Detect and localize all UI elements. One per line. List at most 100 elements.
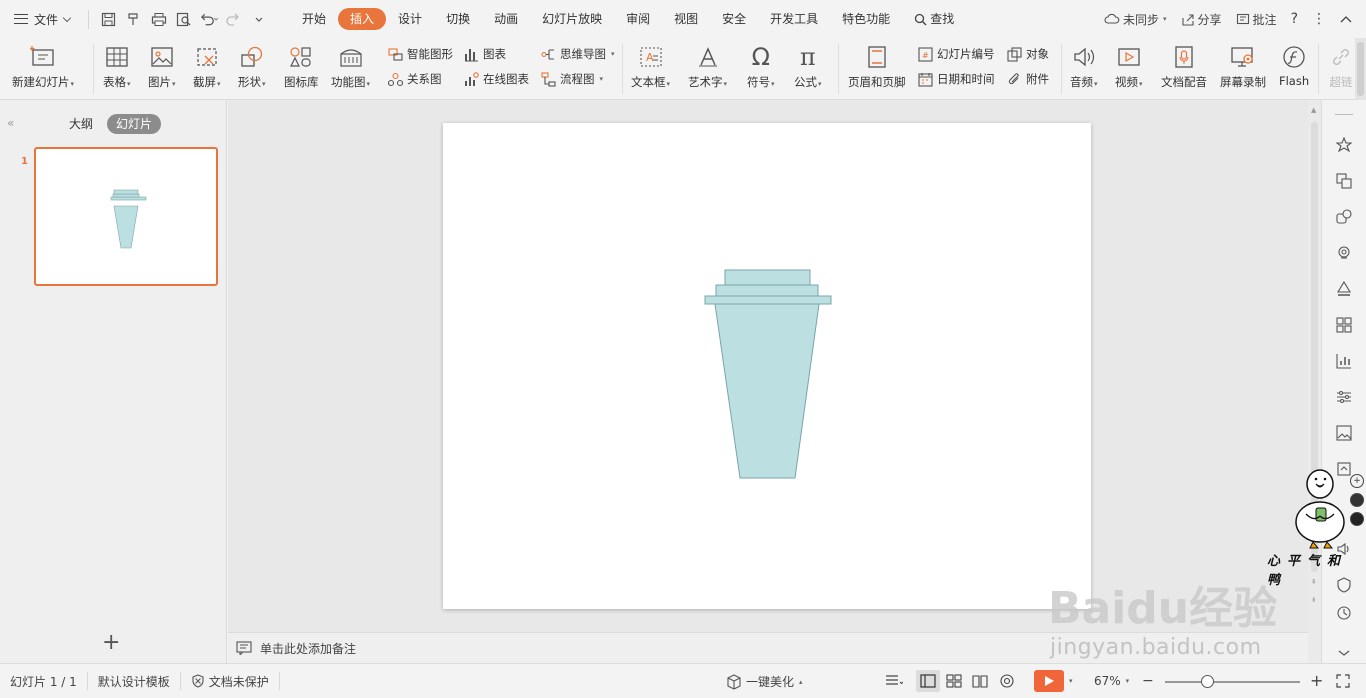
flash-button[interactable]: Flash <box>1279 44 1309 88</box>
slide-sorter-view-button[interactable] <box>946 674 962 688</box>
scroll-up-icon[interactable]: ▲ <box>1311 106 1316 114</box>
tab-developer[interactable]: 开发工具 <box>758 8 830 30</box>
tab-home[interactable]: 开始 <box>290 8 338 30</box>
settings-sliders-icon[interactable] <box>1335 388 1353 406</box>
tab-special-features[interactable]: 特色功能 <box>830 8 902 30</box>
slide-canvas[interactable] <box>443 123 1091 609</box>
more-options-icon[interactable]: ⋮ <box>1312 11 1326 27</box>
document-dubbing-button[interactable]: 文档配音 <box>1161 44 1207 90</box>
picture-button[interactable]: 图片▾ <box>148 44 176 90</box>
ribbon-separator <box>1318 44 1319 94</box>
presenter-view-button[interactable] <box>998 673 1016 689</box>
tab-insert[interactable]: 插入 <box>338 8 387 30</box>
expand-pane-icon[interactable] <box>1335 644 1353 662</box>
tab-review[interactable]: 审阅 <box>614 8 662 30</box>
tab-outline[interactable]: 大纲 <box>60 114 102 134</box>
mindmap-button[interactable]: 思维导图 ▾ <box>541 46 615 62</box>
one-click-beautify-button[interactable]: 一键美化 ▴ <box>726 673 803 690</box>
header-footer-button[interactable]: 页眉和页脚 <box>848 44 906 90</box>
notes-toggle-button[interactable] <box>885 674 903 688</box>
screen-record-button[interactable]: 屏幕录制 <box>1220 44 1266 90</box>
function-chart-button[interactable]: 功能图▾ <box>331 44 370 90</box>
document-protection-label: 文档未保护 <box>208 674 269 689</box>
tab-view[interactable]: 视图 <box>662 8 710 30</box>
online-chart-button[interactable]: 在线图表 <box>464 71 529 87</box>
object-button[interactable]: 对象 <box>1007 46 1049 62</box>
smart-art-button[interactable]: 智能图形 <box>388 46 453 62</box>
undo-icon[interactable] <box>199 10 219 29</box>
tab-slideshow[interactable]: 幻灯片放映 <box>530 8 614 30</box>
new-slide-button[interactable]: 新建幻灯片▾ <box>12 44 74 90</box>
location-pin-icon[interactable] <box>1335 244 1353 262</box>
grid-icon[interactable] <box>1335 316 1353 334</box>
audio-button[interactable]: 音频▾ <box>1070 44 1098 90</box>
collapse-ribbon-icon[interactable] <box>1340 15 1352 23</box>
symbol-button[interactable]: Ω 符号▾ <box>747 43 775 90</box>
zoom-slider-track[interactable] <box>1165 681 1300 683</box>
paperclip-icon <box>1007 72 1022 87</box>
tab-security[interactable]: 安全 <box>710 8 758 30</box>
attachment-button[interactable]: 附件 <box>1007 71 1049 87</box>
customize-toolbar-icon[interactable] <box>249 10 268 29</box>
slide-switch-icon[interactable] <box>1335 172 1353 190</box>
hyperlink-button[interactable]: 超链 <box>1329 44 1353 90</box>
save-icon[interactable] <box>99 10 118 29</box>
unprotected-shield-icon <box>192 674 204 688</box>
relation-chart-button[interactable]: 关系图 <box>388 71 442 87</box>
chart-analysis-icon[interactable] <box>1335 352 1353 370</box>
tab-slides[interactable]: 幻灯片 <box>107 114 162 134</box>
textbox-button[interactable]: A 文本框▾ <box>631 44 670 90</box>
table-button[interactable]: 表格▾ <box>103 44 131 90</box>
ribbon-scroll[interactable] <box>1355 38 1366 100</box>
zoom-slider-knob[interactable] <box>1201 675 1214 688</box>
cup-rim-shape <box>704 295 832 305</box>
play-slideshow-button[interactable]: ▾ <box>1034 670 1073 692</box>
search-button[interactable]: 查找 <box>902 8 966 30</box>
tab-animation[interactable]: 动画 <box>482 8 530 30</box>
shape-effects-icon[interactable] <box>1335 208 1353 226</box>
fit-window-button[interactable] <box>1336 674 1350 688</box>
contrast-mini-icon[interactable] <box>1350 493 1364 507</box>
print-preview-icon[interactable] <box>174 10 193 29</box>
dropdown-arrow-icon: ▾ <box>1069 677 1073 685</box>
sync-status-label: 未同步 <box>1123 12 1160 27</box>
flowchart-button[interactable]: 流程图 ▾ <box>541 71 603 87</box>
share-button[interactable]: 分享 <box>1181 11 1222 28</box>
normal-view-button[interactable] <box>916 670 940 692</box>
next-slide-icon[interactable]: ⇟ <box>1311 596 1317 604</box>
slide-number-button[interactable]: # 幻灯片编号 <box>918 46 995 62</box>
reading-view-button[interactable] <box>972 674 988 688</box>
download-mini-icon[interactable] <box>1350 512 1364 526</box>
comment-button[interactable]: 批注 <box>1236 11 1277 28</box>
document-protection-status[interactable]: 文档未保护 <box>181 672 280 690</box>
tab-transition[interactable]: 切换 <box>434 8 482 30</box>
format-painter-icon[interactable] <box>124 10 143 29</box>
collapse-panel-icon[interactable]: « <box>7 116 15 130</box>
shape-button[interactable]: 形状▾ <box>238 44 266 90</box>
tab-design[interactable]: 设计 <box>386 8 434 30</box>
formula-button[interactable]: π 公式▾ <box>794 43 822 90</box>
file-menu[interactable]: 文件 <box>14 11 72 28</box>
help-button[interactable]: ? <box>1291 11 1298 27</box>
slide-thumbnail[interactable] <box>34 147 218 286</box>
zoom-in-mini-icon[interactable]: + <box>1350 474 1364 488</box>
zoom-level-dropdown[interactable]: 67% ▾ <box>1094 674 1129 688</box>
design-template-status[interactable]: 默认设计模板 <box>88 672 181 690</box>
print-icon[interactable] <box>149 10 168 29</box>
icon-library-button[interactable]: 图标库 <box>284 44 319 90</box>
fill-icon[interactable] <box>1335 280 1353 298</box>
zoom-in-button[interactable]: + <box>1310 671 1323 690</box>
redo-icon[interactable] <box>224 10 243 29</box>
chart-button[interactable]: 图表 <box>464 46 506 62</box>
wordart-button[interactable]: 艺术字▾ <box>688 44 727 90</box>
zoom-out-button[interactable]: − <box>1142 673 1154 689</box>
star-icon[interactable] <box>1335 136 1353 154</box>
date-time-button[interactable]: 日期和时间 <box>918 71 995 87</box>
add-slide-button[interactable]: + <box>102 632 120 654</box>
image-gallery-icon[interactable] <box>1335 424 1353 442</box>
chart-label: 图表 <box>483 47 506 61</box>
screenshot-button[interactable]: 截屏▾ <box>193 44 221 90</box>
sync-status-button[interactable]: 未同步 ▾ <box>1104 11 1167 28</box>
history-icon[interactable] <box>1335 604 1353 622</box>
video-button[interactable]: 视频▾ <box>1115 44 1143 90</box>
